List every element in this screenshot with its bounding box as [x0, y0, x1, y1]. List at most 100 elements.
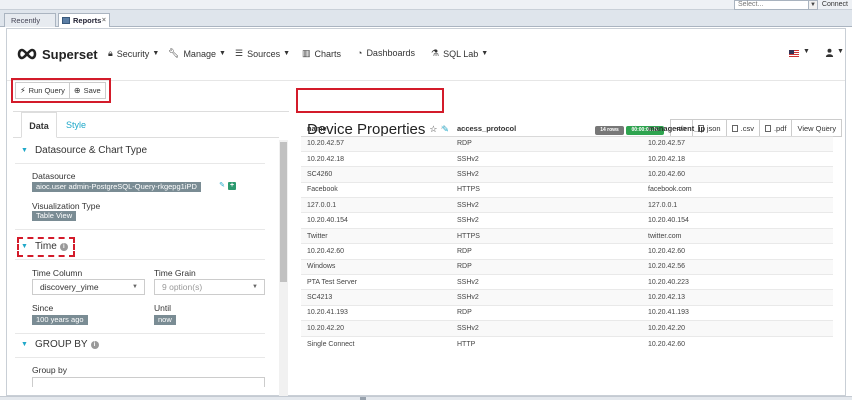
connect-button[interactable]: Connect — [822, 0, 848, 10]
table-cell-access-protocol: RDP — [451, 258, 642, 275]
nav-dashboards[interactable]: ◔ Dashboards — [357, 48, 415, 58]
divider — [15, 229, 265, 230]
us-flag-icon[interactable] — [789, 50, 799, 57]
top-select-placeholder: Select... — [738, 1, 764, 8]
table-row[interactable]: 10.20.42.18 SSHv2 10.20.42.18 — [301, 150, 833, 167]
table-cell-name: 127.0.0.1 — [301, 197, 451, 213]
table-row[interactable]: 10.20.42.60 RDP 10.20.42.60 — [301, 243, 833, 260]
table-cell-name: Twitter — [301, 227, 451, 244]
table-cell-access-protocol: SSHv2 — [451, 274, 642, 290]
user-icon[interactable] — [825, 48, 834, 57]
add-icon[interactable]: + — [228, 182, 236, 190]
table-row[interactable]: 10.20.41.193 RDP 10.20.41.193 — [301, 304, 833, 321]
table-cell-management-ip: 10.20.42.60 — [642, 166, 833, 183]
table-row[interactable]: Twitter HTTPS twitter.com — [301, 227, 833, 244]
table-cell-management-ip: 10.20.40.223 — [642, 274, 833, 290]
nav-manage[interactable]: 🔧︎ Manage ▼ — [168, 48, 226, 59]
brand[interactable]: Superset — [17, 45, 98, 63]
data-table: name ↓↑ access_protocol ↓↑ management_ip… — [301, 121, 833, 352]
viz-type-value[interactable]: Table View — [32, 211, 77, 221]
table-cell-access-protocol: RDP — [451, 135, 642, 152]
column-header-label: management_ip — [648, 123, 706, 133]
section-title: Datasource & Chart Type — [34, 145, 148, 156]
table-cell-management-ip: 10.20.41.193 — [642, 304, 833, 321]
table-cell-access-protocol: HTTPS — [451, 181, 642, 198]
column-header-name[interactable]: name ↓↑ — [301, 121, 451, 137]
since-value[interactable]: 100 years ago — [32, 315, 88, 325]
chevron-down-icon: ▼ — [481, 50, 489, 57]
nav-security[interactable]: 🔒︎ Security ▼ — [108, 48, 159, 59]
section-datasource-chart-type[interactable]: ▼ Datasource & Chart Type — [21, 145, 147, 156]
table-row[interactable]: 10.20.40.154 SSHv2 10.20.40.154 — [301, 212, 833, 229]
table-cell-access-protocol: SSHv2 — [451, 320, 642, 337]
table-cell-access-protocol: RDP — [451, 304, 642, 321]
divider — [15, 357, 265, 358]
nav-label: Security — [116, 48, 150, 59]
highlight-box-toolbar — [11, 78, 111, 103]
table-row[interactable]: Facebook HTTPS facebook.com — [301, 181, 833, 198]
column-header-management-ip[interactable]: management_ip ↓↑ — [642, 121, 833, 137]
until-value[interactable]: now — [154, 315, 176, 325]
table-row[interactable]: 10.20.42.57 RDP 10.20.42.57 — [301, 135, 833, 152]
tab-reports[interactable]: Reports × — [58, 13, 110, 27]
table-cell-management-ip: twitter.com — [642, 227, 833, 244]
chevron-down-icon: ▼ — [218, 50, 226, 57]
column-header-access-protocol[interactable]: access_protocol ↓↑ — [451, 121, 642, 137]
tab-style[interactable]: Style — [61, 112, 91, 138]
chevron-down-icon[interactable]: ▼ — [808, 1, 817, 9]
viz-type-label: Visualization Type — [32, 201, 101, 211]
info-icon[interactable]: i — [90, 340, 99, 349]
edit-icon[interactable]: ✎ — [218, 182, 226, 190]
table-row[interactable]: 10.20.42.20 SSHv2 10.20.42.20 — [301, 320, 833, 337]
table-row[interactable]: Single Connect HTTP 10.20.42.60 — [301, 335, 833, 352]
table-cell-name: 10.20.42.57 — [301, 135, 451, 152]
top-select[interactable]: Select... ▼ — [734, 0, 818, 10]
sort-icon[interactable]: ↓↑ — [822, 125, 828, 131]
table-cell-access-protocol: SSHv2 — [451, 150, 642, 167]
time-grain-select[interactable]: 9 option(s) ▼ — [154, 279, 265, 295]
chevron-down-icon[interactable]: ▼ — [837, 48, 844, 55]
highlight-box-title — [296, 88, 444, 113]
table-cell-management-ip: 127.0.0.1 — [642, 197, 833, 213]
nav-charts[interactable]: ▥ Charts — [302, 48, 341, 59]
table-row[interactable]: SC4260 SSHv2 10.20.42.60 — [301, 166, 833, 183]
table-cell-name: 10.20.40.154 — [301, 212, 451, 229]
time-grain-label: Time Grain — [154, 268, 196, 278]
table-cell-management-ip: 10.20.42.13 — [642, 289, 833, 306]
time-column-select[interactable]: discovery_yime ▼ — [32, 279, 145, 295]
wrench-icon: 🔧︎ — [168, 48, 180, 58]
chevron-down-icon: ▼ — [283, 50, 291, 57]
table-cell-management-ip: 10.20.42.57 — [642, 135, 833, 152]
table-cell-name: 10.20.42.60 — [301, 243, 451, 260]
tab-data[interactable]: Data — [21, 112, 57, 138]
sort-icon[interactable]: ↓↑ — [631, 125, 637, 131]
table-row[interactable]: Windows RDP 10.20.42.56 — [301, 258, 833, 275]
database-icon: ☰ — [235, 48, 244, 58]
table-cell-name: Facebook — [301, 181, 451, 198]
nav-label: SQL Lab — [443, 48, 479, 59]
caret-down-icon: ▼ — [21, 147, 28, 154]
table-cell-name: Single Connect — [301, 335, 451, 352]
datasource-value[interactable]: aioc.user admin-PostgreSQL-Query-rkgepg1… — [32, 182, 201, 192]
chevron-down-icon: ▼ — [132, 284, 138, 290]
section-group-by[interactable]: ▼ GROUP BY i — [21, 339, 99, 350]
close-icon[interactable]: × — [102, 14, 106, 27]
nav-sql-lab[interactable]: ⚗︎ SQL Lab ▼ — [431, 48, 488, 59]
group-by-select[interactable] — [32, 377, 265, 387]
sort-icon[interactable]: ↓↑ — [440, 125, 446, 131]
superset-logo-icon — [17, 48, 37, 60]
chevron-down-icon: ▼ — [252, 284, 258, 290]
table-row[interactable]: 127.0.0.1 SSHv2 127.0.0.1 — [301, 197, 833, 213]
table-row[interactable]: PTA Test Server SSHv2 10.20.40.223 — [301, 274, 833, 290]
scrollbar-thumb[interactable] — [280, 142, 287, 282]
chevron-down-icon[interactable]: ▼ — [803, 48, 810, 55]
tab-recently-view[interactable]: Recently View — [4, 13, 56, 38]
table-cell-access-protocol: HTTP — [451, 335, 642, 352]
caret-down-icon: ▼ — [21, 341, 28, 348]
nav-sources[interactable]: ☰ Sources ▼ — [235, 48, 290, 59]
table-cell-management-ip: 10.20.42.20 — [642, 320, 833, 337]
table-cell-management-ip: 10.20.40.154 — [642, 212, 833, 229]
table-row[interactable]: SC4213 SSHv2 10.20.42.13 — [301, 289, 833, 306]
horizontal-scrollbar[interactable] — [0, 396, 852, 400]
brand-name: Superset — [42, 46, 98, 62]
